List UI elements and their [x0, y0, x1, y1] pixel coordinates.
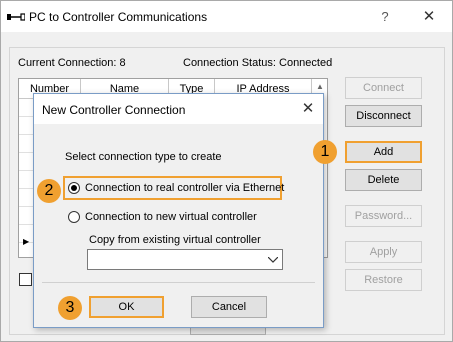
connection-status-label: Connection Status: Connected — [183, 57, 333, 69]
row-pointer-icon: ▶ — [23, 237, 30, 246]
apply-button[interactable]: Apply — [345, 241, 422, 263]
help-icon[interactable]: ? — [375, 7, 395, 27]
window-title: PC to Controller Communications — [29, 10, 208, 24]
password-button[interactable]: Password... — [345, 205, 422, 227]
title-bar: PC to Controller Communications ? ✕ — [1, 1, 452, 32]
virtual-controller-radio[interactable] — [68, 211, 80, 223]
copy-from-select[interactable] — [87, 249, 283, 270]
copy-from-label: Copy from existing virtual controller — [89, 234, 261, 246]
step-badge-3: 3 — [58, 296, 82, 320]
dialog-title-bar: New Controller Connection ✕ — [34, 94, 323, 124]
connect-button[interactable]: Connect — [345, 77, 422, 99]
current-connection-label: Current Connection: 8 — [18, 57, 126, 69]
dialog-title: New Controller Connection — [42, 103, 186, 117]
restore-button[interactable]: Restore — [345, 269, 422, 291]
close-icon[interactable]: ✕ — [298, 99, 318, 119]
add-button[interactable]: Add — [345, 141, 422, 163]
step-badge-1: 1 — [313, 140, 337, 164]
virtual-controller-label[interactable]: Connection to new virtual controller — [85, 211, 257, 223]
new-connection-dialog: New Controller Connection ✕ Select conne… — [33, 93, 324, 328]
delete-button[interactable]: Delete — [345, 169, 422, 191]
dialog-separator — [42, 282, 315, 283]
option-checkbox[interactable] — [19, 273, 32, 286]
real-controller-radio[interactable] — [68, 182, 80, 194]
connection-plug-icon — [7, 13, 25, 21]
ok-button[interactable]: OK — [89, 296, 164, 318]
real-controller-label[interactable]: Connection to real controller via Ethern… — [85, 182, 284, 194]
step-badge-2: 2 — [37, 179, 61, 203]
close-icon[interactable]: ✕ — [419, 7, 439, 27]
chevron-down-icon[interactable] — [266, 252, 280, 268]
cancel-button[interactable]: Cancel — [191, 296, 267, 318]
disconnect-button[interactable]: Disconnect — [345, 105, 422, 127]
connection-type-prompt: Select connection type to create — [65, 151, 222, 163]
